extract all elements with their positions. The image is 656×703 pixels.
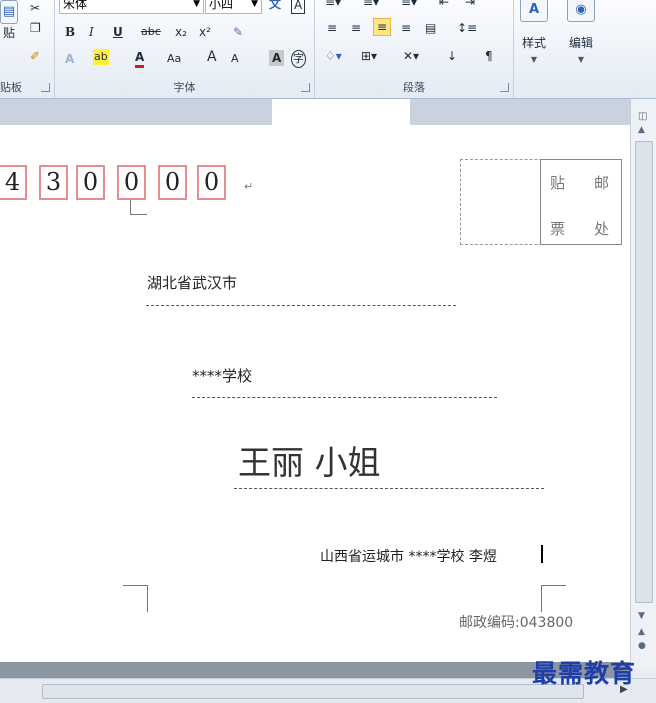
recipient-name[interactable]: 王丽 小姐 <box>238 436 381 484</box>
postcode-digit: 0 <box>117 165 146 200</box>
char-border-icon[interactable]: A <box>291 0 306 14</box>
decrease-indent-icon[interactable]: ⇤ <box>439 0 449 10</box>
paste-button[interactable]: ▤ 贴 <box>0 0 24 78</box>
change-case-button[interactable]: Aa <box>167 51 181 67</box>
crop-mark <box>541 585 566 612</box>
chevron-down-icon: ▼ <box>530 55 538 64</box>
crop-mark <box>123 585 148 612</box>
ruler-text-area[interactable] <box>272 99 410 125</box>
cut-icon[interactable]: ✂ <box>30 0 40 16</box>
align-right-icon[interactable]: ≡ <box>373 18 392 36</box>
distributed-icon[interactable]: ▤ <box>425 20 436 36</box>
styles-label: 样式 <box>521 36 546 50</box>
font-group: 宋体 ▼ 小四 ▼ 文 A B I U abc x₂ x² ✎ A ab A A… <box>55 0 315 98</box>
font-size-dropdown[interactable]: 小四 ▼ <box>205 0 262 14</box>
scroll-down-icon[interactable]: ▼ <box>638 611 645 621</box>
stamp-char: 票 <box>550 220 566 238</box>
paste-label: 贴 <box>2 26 15 40</box>
sort-icon[interactable]: ↓ <box>447 48 457 64</box>
prev-page-icon[interactable]: ▲ <box>638 627 645 637</box>
postcode-digit: 0 <box>76 165 105 200</box>
numbering-icon[interactable]: ≡▾ <box>363 0 379 10</box>
paragraph-group-label: 段落 <box>403 81 425 94</box>
postcode-digit: 3 <box>39 165 68 200</box>
stamp-char: 处 <box>594 220 610 238</box>
bold-button[interactable]: B <box>65 24 75 40</box>
line-spacing-icon[interactable]: ↕≡ <box>457 20 477 36</box>
stamp-char: 邮 <box>594 174 610 192</box>
copy-icon[interactable]: ❐ <box>30 20 41 36</box>
name-underline <box>234 488 544 489</box>
styles-button[interactable]: A 样式 ▼ <box>514 0 554 74</box>
font-name-value: 宋体 <box>63 0 88 11</box>
paragraph-mark: ↵ <box>244 180 254 193</box>
show-marks-icon[interactable]: ¶ <box>485 48 493 64</box>
postcode-digit: 0 <box>197 165 226 200</box>
chevron-down-icon: ▼ <box>193 0 200 9</box>
recipient-address[interactable]: 湖北省武汉市 <box>147 272 237 293</box>
postcode-digit: 4 <box>0 165 27 200</box>
justify-icon[interactable]: ≡ <box>401 20 411 36</box>
chevron-down-icon: ▼ <box>577 55 585 64</box>
font-name-dropdown[interactable]: 宋体 ▼ <box>59 0 204 14</box>
text-cursor <box>541 545 543 563</box>
vertical-scroll-thumb[interactable] <box>635 141 653 603</box>
char-shading-button[interactable]: A <box>269 50 285 66</box>
subscript-button[interactable]: x₂ <box>175 24 187 40</box>
styles-icon: A <box>520 0 548 22</box>
stamp-char: 贴 <box>550 174 566 192</box>
font-group-label: 字体 <box>173 81 196 94</box>
scroll-up-icon[interactable]: ▲ <box>638 125 645 135</box>
strikethrough-button[interactable]: abc <box>141 24 161 40</box>
clear-format-icon[interactable]: ✎ <box>233 24 243 40</box>
borders-icon[interactable]: ⊞▾ <box>361 48 377 64</box>
increase-indent-icon[interactable]: ⇥ <box>465 0 475 10</box>
org-underline <box>192 397 497 398</box>
ruler-toggle-icon[interactable]: ◫ <box>638 111 647 122</box>
clipboard-group: ▤ 贴 ✂ ❐ ✐ 贴板 <box>0 0 55 98</box>
format-painter-icon[interactable]: ✐ <box>30 48 40 64</box>
crop-mark <box>130 200 147 215</box>
multilevel-list-icon[interactable]: ≡▾ <box>401 0 417 10</box>
shrink-font-button[interactable]: A <box>231 51 239 67</box>
sender-postcode[interactable]: 邮政编码:043800 <box>459 612 573 632</box>
shading-icon[interactable]: ♢▾ <box>325 48 342 64</box>
font-color-button[interactable]: A <box>135 49 145 68</box>
binoculars-icon: ◉ <box>567 0 595 22</box>
horizontal-scroll-thumb[interactable] <box>42 684 584 699</box>
enclose-char-button[interactable]: 字 <box>291 50 306 68</box>
align-left-icon[interactable]: ≡ <box>327 20 337 36</box>
asian-layout-icon[interactable]: ✕▾ <box>403 48 419 64</box>
chevron-down-icon: ▼ <box>251 0 258 9</box>
paragraph-group: ≡▾ ≡▾ ≡▾ ⇤ ⇥ ≡ ≡ ≡ ≡ ▤ ↕≡ ♢▾ ⊞▾ ✕▾ ↓ ¶ 段… <box>315 0 514 98</box>
watermark-logo: 最需教育 <box>532 659 637 688</box>
recipient-org[interactable]: ****学校 <box>192 365 252 386</box>
superscript-button[interactable]: x² <box>199 24 211 40</box>
browse-object-icon[interactable]: ● <box>638 641 646 651</box>
editing-label: 编辑 <box>568 36 593 50</box>
font-launcher-icon[interactable] <box>301 83 310 92</box>
paste-icon: ▤ <box>0 0 18 24</box>
clipboard-launcher-icon[interactable] <box>41 83 50 92</box>
grow-font-button[interactable]: A <box>207 49 217 65</box>
sender-info[interactable]: 山西省运城市 ****学校 李煜 <box>320 546 497 566</box>
font-size-value: 小四 <box>209 0 234 11</box>
bullets-icon[interactable]: ≡▾ <box>325 0 341 10</box>
highlight-button[interactable]: ab <box>93 49 109 65</box>
align-center-icon[interactable]: ≡ <box>351 20 361 36</box>
paragraph-launcher-icon[interactable] <box>500 83 509 92</box>
vertical-scrollbar[interactable]: ◫ ▲ ▼ ▲ ● <box>630 99 656 669</box>
italic-button[interactable]: I <box>89 24 94 40</box>
editing-button[interactable]: ◉ 编辑 ▼ <box>561 0 601 74</box>
ribbon: ▤ 贴 ✂ ❐ ✐ 贴板 宋体 ▼ 小四 ▼ 文 A B I U abc x₂ … <box>0 0 656 99</box>
address-underline <box>146 305 456 306</box>
phonetic-guide-icon[interactable]: 文 <box>269 0 281 12</box>
postcode-digit: 0 <box>158 165 187 200</box>
text-effect-button[interactable]: A <box>65 51 74 67</box>
underline-button[interactable]: U <box>113 24 123 40</box>
